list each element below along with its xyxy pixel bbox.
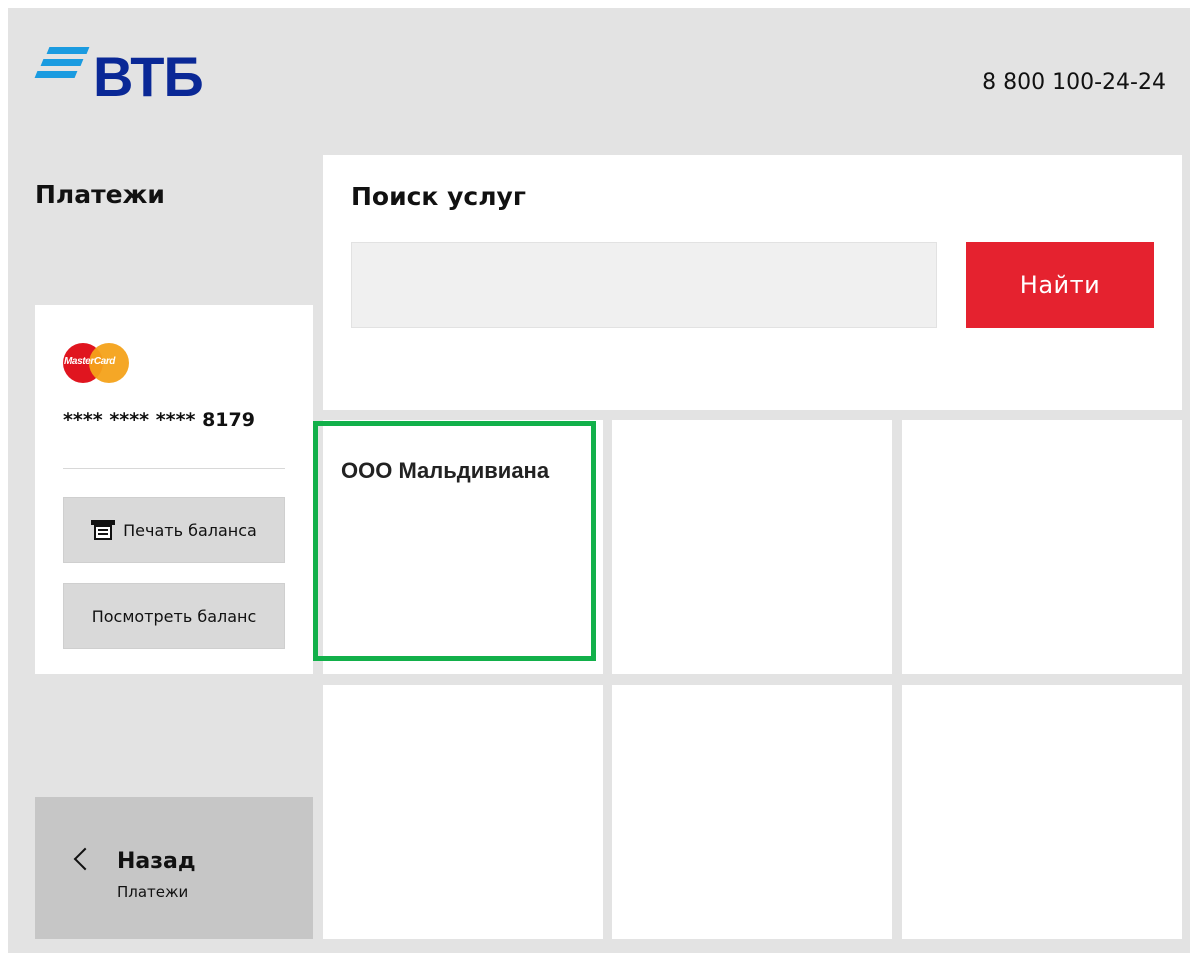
search-input[interactable] — [351, 242, 937, 328]
search-title: Поиск услуг — [351, 182, 526, 211]
printer-icon — [91, 520, 116, 540]
view-balance-label: Посмотреть баланс — [91, 606, 257, 626]
service-tile[interactable] — [612, 420, 892, 674]
logo-text: ВТБ — [93, 45, 204, 108]
search-panel: Поиск услуг Найти — [323, 155, 1182, 410]
back-label: Назад — [117, 849, 196, 874]
service-tile[interactable] — [902, 685, 1182, 939]
service-tile[interactable]: ООО Мальдивиана — [323, 420, 603, 674]
chevron-left-icon — [73, 847, 97, 871]
service-tile[interactable] — [323, 685, 603, 939]
hotline-phone: 8 800 100-24-24 — [982, 70, 1166, 95]
service-tile[interactable] — [902, 420, 1182, 674]
print-balance-label: Печать баланса — [123, 520, 257, 540]
service-tile-label: ООО Мальдивиана — [341, 458, 550, 483]
card-panel: MasterCard **** **** **** 8179 Печать ба… — [35, 305, 313, 674]
service-tile[interactable] — [612, 685, 892, 939]
card-number: **** **** **** 8179 — [63, 409, 255, 431]
back-sublabel: Платежи — [117, 883, 189, 901]
divider — [63, 468, 285, 469]
find-button[interactable]: Найти — [966, 242, 1154, 328]
view-balance-button[interactable]: Посмотреть баланс — [63, 583, 285, 649]
vtb-logo: ВТБ — [34, 45, 206, 108]
section-title: Платежи — [35, 180, 165, 209]
mastercard-logo-text: MasterCard — [64, 356, 116, 367]
print-balance-button[interactable]: Печать баланса — [63, 497, 285, 563]
back-button[interactable]: Назад Платежи — [35, 797, 313, 939]
mastercard-logo: MasterCard — [63, 343, 131, 385]
